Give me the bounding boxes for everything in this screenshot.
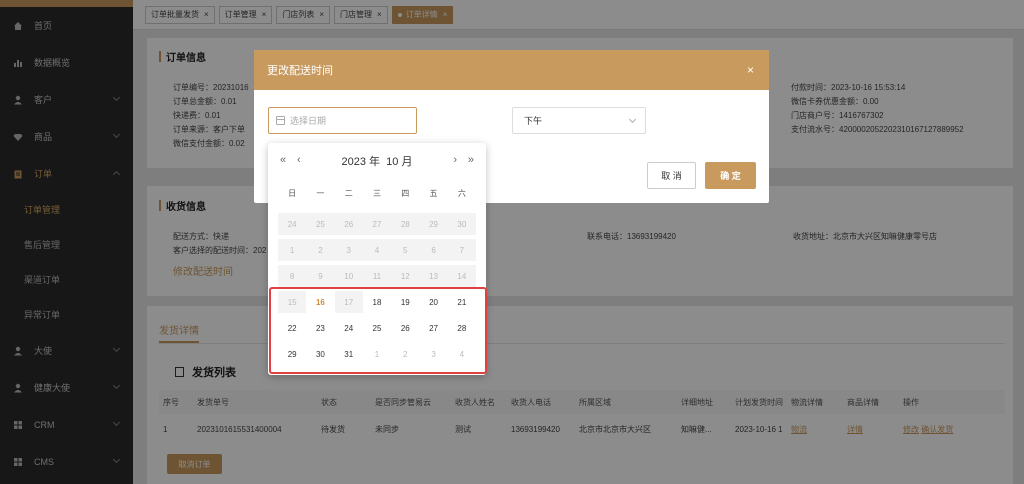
day-cell: 24 bbox=[278, 213, 307, 235]
day-cell: 5 bbox=[391, 239, 420, 261]
day-cell[interactable]: 24 bbox=[335, 317, 363, 339]
period-value: 下午 bbox=[524, 116, 543, 126]
day-cell: 4 bbox=[362, 239, 392, 261]
month-label: 2023 年 10 月 bbox=[341, 156, 413, 168]
weekday-label: 三 bbox=[372, 189, 381, 198]
day-cell: 26 bbox=[334, 213, 363, 235]
day-cell[interactable]: 19 bbox=[391, 291, 419, 313]
day-cell[interactable]: 28 bbox=[448, 317, 476, 339]
day-cell[interactable]: 22 bbox=[278, 317, 306, 339]
confirm-button[interactable]: 确 定 bbox=[705, 162, 756, 189]
day-cell-next-month[interactable]: 2 bbox=[391, 343, 419, 365]
day-cell[interactable]: 27 bbox=[419, 317, 447, 339]
day-cell: 17 bbox=[334, 291, 363, 313]
next-year-icon[interactable]: » bbox=[468, 154, 474, 166]
day-cell: 14 bbox=[447, 265, 476, 287]
picker-header: « ‹ 2023 年 10 月 › » bbox=[268, 143, 486, 179]
day-cell: 8 bbox=[278, 265, 307, 287]
date-placeholder: 选择日期 bbox=[290, 116, 327, 126]
day-cell[interactable]: 21 bbox=[448, 291, 476, 313]
day-cell[interactable]: 18 bbox=[363, 291, 391, 313]
modal-title: 更改配送时间 bbox=[267, 65, 333, 77]
day-cell: 2 bbox=[306, 239, 335, 261]
week-row: 24 25 26 27 28 29 30 bbox=[278, 211, 476, 237]
week-row: 29 30 31 1 2 3 4 bbox=[278, 341, 476, 367]
day-cell[interactable]: 29 bbox=[278, 343, 306, 365]
day-cell: 27 bbox=[362, 213, 392, 235]
day-cell-next-month[interactable]: 4 bbox=[448, 343, 476, 365]
modal-header: 更改配送时间 × bbox=[254, 50, 769, 90]
weekday-label: 日 bbox=[288, 189, 297, 198]
weekday-label: 二 bbox=[344, 189, 353, 198]
prev-month-icon[interactable]: ‹ bbox=[297, 154, 301, 166]
week-row: 22 23 24 25 26 27 28 bbox=[278, 315, 476, 341]
day-cell: 9 bbox=[306, 265, 335, 287]
day-cell[interactable]: 20 bbox=[419, 291, 447, 313]
week-row: 1 2 3 4 5 6 7 bbox=[278, 237, 476, 263]
day-cell[interactable]: 31 bbox=[335, 343, 363, 365]
day-cell: 30 bbox=[447, 213, 476, 235]
close-icon[interactable]: × bbox=[747, 63, 754, 77]
day-cell: 25 bbox=[306, 213, 335, 235]
weekday-label: 四 bbox=[401, 189, 410, 198]
chevron-down-icon bbox=[628, 115, 637, 124]
next-month-icon[interactable]: › bbox=[453, 154, 457, 166]
day-cell[interactable]: 25 bbox=[363, 317, 391, 339]
calendar-icon bbox=[276, 116, 285, 125]
prev-year-icon[interactable]: « bbox=[280, 154, 286, 166]
period-select[interactable]: 下午 bbox=[512, 107, 646, 134]
date-picker-input[interactable]: 选择日期 bbox=[268, 107, 417, 134]
day-cell: 6 bbox=[419, 239, 448, 261]
weekday-row: 日 一 二 三 四 五 六 bbox=[278, 188, 476, 199]
day-cell-next-month[interactable]: 1 bbox=[363, 343, 391, 365]
day-cell: 1 bbox=[278, 239, 307, 261]
day-cell: 15 bbox=[278, 291, 307, 313]
day-cell: 29 bbox=[419, 213, 448, 235]
day-cell[interactable]: 30 bbox=[306, 343, 334, 365]
day-cell-today[interactable]: 16 bbox=[306, 291, 334, 313]
weekday-label: 一 bbox=[316, 189, 325, 198]
day-cell: 3 bbox=[334, 239, 363, 261]
day-cell: 12 bbox=[391, 265, 420, 287]
week-row: 8 9 10 11 12 13 14 bbox=[278, 263, 476, 289]
day-cell-next-month[interactable]: 3 bbox=[419, 343, 447, 365]
weekday-label: 六 bbox=[457, 189, 466, 198]
day-cell: 11 bbox=[362, 265, 392, 287]
cancel-button[interactable]: 取 消 bbox=[647, 162, 696, 189]
day-cell: 7 bbox=[447, 239, 476, 261]
day-cell: 13 bbox=[419, 265, 448, 287]
day-cell: 28 bbox=[391, 213, 420, 235]
day-cell[interactable]: 26 bbox=[391, 317, 419, 339]
weekday-label: 五 bbox=[429, 189, 438, 198]
week-row: 15 16 17 18 19 20 21 bbox=[278, 289, 476, 315]
day-grid: 24 25 26 27 28 29 30 1 2 3 4 5 6 7 8 9 1… bbox=[278, 211, 476, 367]
day-cell: 10 bbox=[334, 265, 363, 287]
day-cell[interactable]: 23 bbox=[306, 317, 334, 339]
date-picker-popup: « ‹ 2023 年 10 月 › » 日 一 二 三 四 五 六 24 25 … bbox=[268, 143, 486, 375]
